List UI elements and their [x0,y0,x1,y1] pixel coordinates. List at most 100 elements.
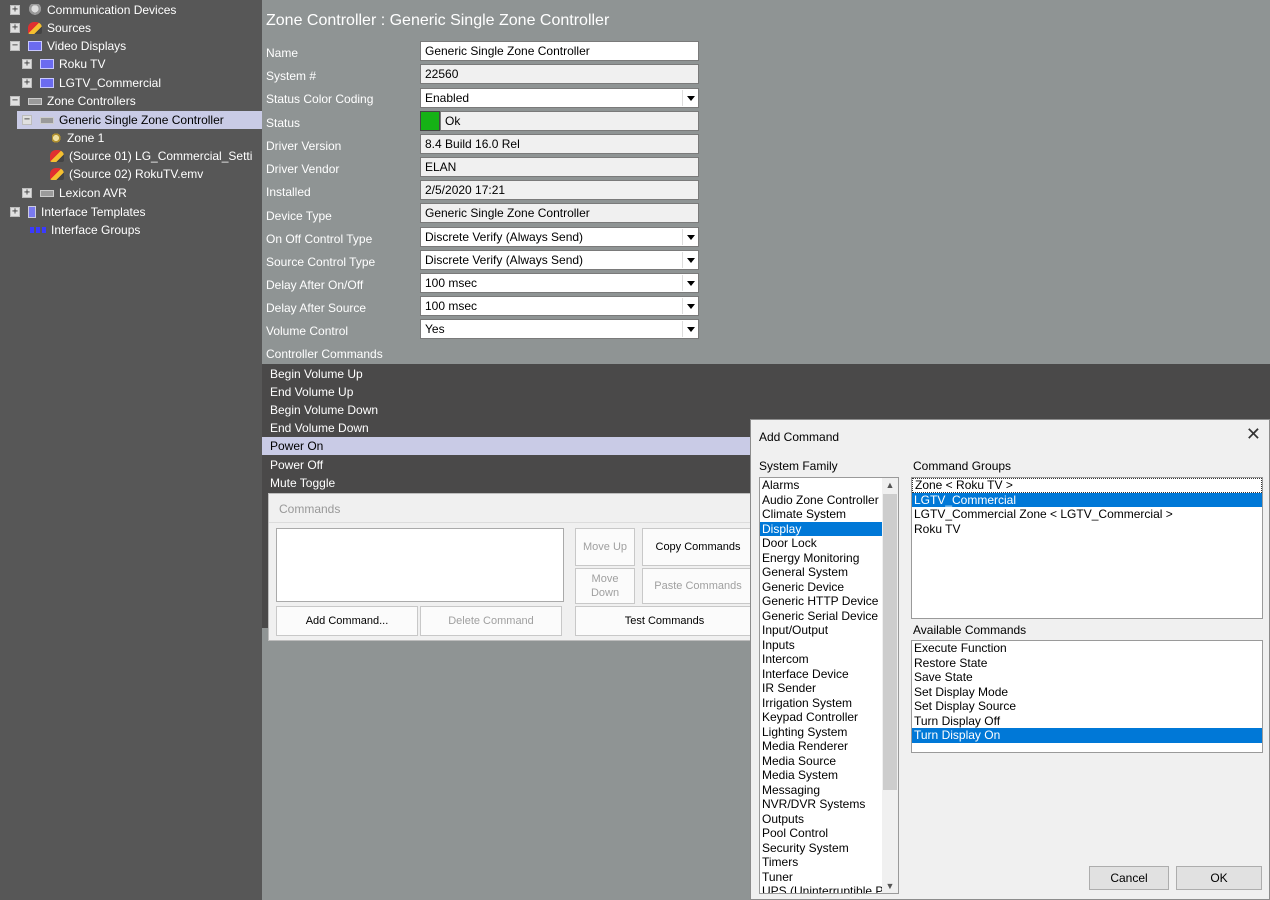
dropdown-arrow-icon[interactable] [682,90,697,106]
scrollbar[interactable]: ▲ ▼ [882,478,898,893]
move-up-button[interactable]: Move Up [575,528,635,566]
collapse-icon[interactable]: − [10,96,20,106]
available-commands-list[interactable]: Execute Function Restore State Save Stat… [911,640,1263,753]
ok-button[interactable]: OK [1176,866,1262,890]
list-item[interactable]: Media Source [760,754,884,769]
name-field[interactable]: Generic Single Zone Controller [420,41,699,61]
list-item[interactable]: Media System [760,768,884,783]
list-item[interactable]: Irrigation System [760,696,884,711]
cancel-button[interactable]: Cancel [1089,866,1169,890]
list-item[interactable]: NVR/DVR Systems [760,797,884,812]
command-groups-list[interactable]: Zone < Roku TV > LGTV_Commercial LGTV_Co… [911,477,1263,619]
system-family-list[interactable]: Alarms Audio Zone Controller Climate Sys… [759,477,899,894]
expand-icon[interactable]: + [22,78,32,88]
list-item[interactable]: Zone < Roku TV > [912,478,1262,493]
list-item[interactable]: Inputs [760,638,884,653]
command-groups-label: Command Groups [913,459,1012,473]
list-item[interactable]: Pool Control [760,826,884,841]
list-item[interactable]: Roku TV [912,522,1262,537]
test-commands-button[interactable]: Test Commands [575,606,754,636]
dropdown-arrow-icon[interactable] [682,275,697,291]
list-item[interactable]: Timers [760,855,884,870]
dropdown-arrow-icon[interactable] [682,298,697,314]
list-item[interactable]: Tuner [760,870,884,885]
driver-version-field: 8.4 Build 16.0 Rel [420,134,699,154]
collapse-icon[interactable]: − [10,41,20,51]
command-row[interactable]: End Volume Up [262,383,1270,401]
list-item[interactable]: Input/Output [760,623,884,638]
command-row[interactable]: Begin Volume Down [262,401,1270,419]
tree-item-zone-controllers[interactable]: − Zone Controllers [10,92,136,110]
status-color-coding-select[interactable]: Enabled [420,88,699,108]
tree-item-interface-templates[interactable]: + Interface Templates [10,203,146,221]
volume-control-select[interactable]: Yes [420,319,699,339]
list-item[interactable]: Lighting System [760,725,884,740]
add-command-button[interactable]: Add Command... [276,606,418,636]
expand-icon[interactable]: + [10,5,20,15]
tree-item-lexicon-avr[interactable]: + Lexicon AVR [22,184,127,202]
commands-textbox[interactable] [276,528,564,602]
collapse-icon[interactable]: − [22,115,32,125]
tree-item-zone-1[interactable]: Zone 1 [52,129,104,147]
list-item[interactable]: Generic Device [760,580,884,595]
paste-commands-button[interactable]: Paste Commands [642,568,754,604]
list-item-selected[interactable]: Turn Display On [912,728,1262,743]
expand-icon[interactable]: + [22,188,32,198]
tree-item-interface-groups[interactable]: Interface Groups [30,221,140,239]
list-item[interactable]: Audio Zone Controller [760,493,884,508]
tree-item-lgtv-commercial[interactable]: + LGTV_Commercial [22,74,161,92]
list-item[interactable]: Execute Function [912,641,1262,656]
expand-icon[interactable]: + [10,207,20,217]
scroll-up-icon[interactable]: ▲ [882,478,898,492]
expand-icon[interactable]: + [10,23,20,33]
list-item[interactable]: LGTV_Commercial Zone < LGTV_Commercial > [912,507,1262,522]
tree-item-roku-tv[interactable]: + Roku TV [22,55,105,73]
list-item-selected[interactable]: LGTV_Commercial [912,492,1262,507]
scrollbar-thumb[interactable] [883,494,897,790]
list-item-selected[interactable]: Display [760,521,884,536]
list-item[interactable]: Keypad Controller [760,710,884,725]
tree-item-video-displays[interactable]: − Video Displays [10,37,126,55]
expand-icon[interactable]: + [22,59,32,69]
list-item[interactable]: Set Display Mode [912,685,1262,700]
tree-item-source-02[interactable]: (Source 02) RokuTV.emv [50,165,203,183]
move-down-button[interactable]: Move Down [575,568,635,604]
tree-item-generic-single-zone-controller[interactable]: − Generic Single Zone Controller [17,111,262,129]
dropdown-arrow-icon[interactable] [682,229,697,245]
tree-item-sources[interactable]: + Sources [10,19,91,37]
dropdown-arrow-icon[interactable] [682,321,697,337]
list-item[interactable]: Turn Display Off [912,714,1262,729]
delay-after-on-off-select[interactable]: 100 msec [420,273,699,293]
source-control-type-select[interactable]: Discrete Verify (Always Send) [420,250,699,270]
list-item[interactable]: UPS (Uninterruptible P [760,884,884,893]
tree-item-communication-devices[interactable]: + Communication Devices [10,1,176,19]
list-item[interactable]: Security System [760,841,884,856]
list-item[interactable]: Energy Monitoring [760,551,884,566]
list-item[interactable]: Intercom [760,652,884,667]
divider [269,522,753,523]
scroll-down-icon[interactable]: ▼ [882,879,898,893]
list-item[interactable]: Outputs [760,812,884,827]
list-item[interactable]: General System [760,565,884,580]
delay-after-source-select[interactable]: 100 msec [420,296,699,316]
list-item[interactable]: Door Lock [760,536,884,551]
command-row[interactable]: Begin Volume Up [262,365,1270,383]
dropdown-arrow-icon[interactable] [682,252,697,268]
list-item[interactable]: IR Sender [760,681,884,696]
close-icon[interactable]: ✕ [1246,424,1261,445]
list-item[interactable]: Save State [912,670,1262,685]
tree-item-source-01[interactable]: (Source 01) LG_Commercial_Setti [50,147,252,165]
list-item[interactable]: Generic HTTP Device [760,594,884,609]
list-item[interactable]: Interface Device [760,667,884,682]
list-item[interactable]: Climate System [760,507,884,522]
list-item[interactable]: Generic Serial Device [760,609,884,624]
delete-command-button[interactable]: Delete Command [420,606,562,636]
list-item[interactable]: Restore State [912,656,1262,671]
list-item[interactable]: Media Renderer [760,739,884,754]
list-item[interactable]: Messaging [760,783,884,798]
on-off-control-type-select[interactable]: Discrete Verify (Always Send) [420,227,699,247]
list-item[interactable]: Set Display Source [912,699,1262,714]
copy-commands-button[interactable]: Copy Commands [642,528,754,566]
tree-item-label: LGTV_Commercial [59,76,162,90]
list-item[interactable]: Alarms [760,478,884,493]
